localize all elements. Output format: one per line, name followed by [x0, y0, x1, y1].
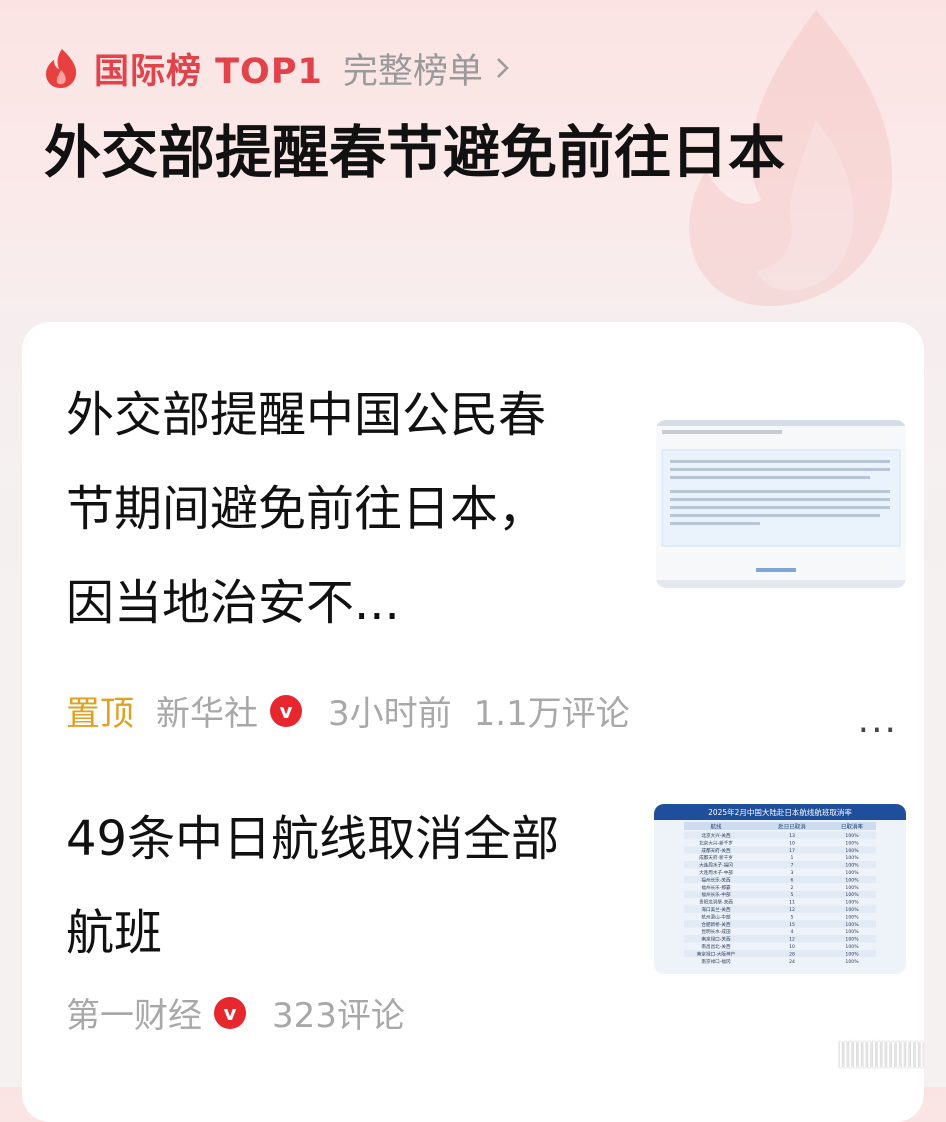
- table-cell: 12: [789, 937, 795, 943]
- table-cell: 100%: [845, 885, 859, 891]
- table-cell: 大连周水子-福冈: [699, 862, 733, 869]
- table-cell: 100%: [845, 944, 859, 950]
- table-cell: 28: [789, 951, 795, 957]
- table-cell: 100%: [845, 892, 859, 898]
- table-cell: 海口美兰-关西: [701, 906, 731, 913]
- table-cell: 100%: [845, 848, 859, 854]
- table-cell: 南京禄口-关西: [701, 936, 731, 943]
- verified-badge-icon: v: [270, 694, 302, 727]
- rank-row[interactable]: 国际榜 TOP1 完整榜单: [44, 40, 904, 96]
- table-cell: 7: [791, 863, 794, 869]
- news-thumbnail[interactable]: [656, 420, 906, 588]
- table-cell: 100%: [845, 929, 859, 935]
- source-name[interactable]: 新华社: [156, 686, 258, 735]
- table-cell: 5: [791, 892, 794, 898]
- table-cell: 100%: [845, 959, 859, 965]
- verified-badge-icon: v: [214, 996, 246, 1029]
- table-cell: 南京禄口-福冈: [701, 958, 731, 965]
- news-item[interactable]: 49条中日航线取消全部航班 2025年2月中国大陆赴日本航线航班取消率 航线 赴…: [66, 792, 906, 1036]
- table-cell: 1: [791, 855, 794, 861]
- table-cell: 100%: [845, 840, 859, 846]
- table-cell: 100%: [845, 833, 859, 839]
- table-cell: 12: [789, 907, 795, 913]
- table-header: 已取消率: [841, 823, 864, 831]
- news-title[interactable]: 外交部提醒中国公民春节期间避免前往日本，因当地治安不...: [66, 368, 586, 650]
- table-header: 赴日已取消: [778, 823, 806, 831]
- table-cell: 北京大兴-关西: [701, 832, 731, 839]
- flame-icon: [46, 49, 77, 88]
- table-row: 福州长乐-关西 6 100%: [684, 875, 876, 883]
- table-row: 海口美兰-关西 12 100%: [684, 905, 876, 913]
- table-cell: 24: [789, 959, 795, 965]
- news-card: 外交部提醒中国公民春节期间避免前往日本，因当地治安不... 置顶 新华社 v 3…: [22, 322, 924, 1122]
- table-cell: 福州长乐-那霸: [701, 884, 731, 891]
- table-row: 合肥新桥-关西 15 100%: [684, 920, 876, 928]
- table-cell: 4: [791, 929, 794, 935]
- news-title[interactable]: 49条中日航线取消全部航班: [66, 792, 586, 980]
- table-cell: 2: [791, 885, 794, 891]
- pinned-tag: 置顶: [66, 694, 134, 734]
- table-cell: 100%: [845, 877, 859, 883]
- table-cell: 15: [789, 922, 795, 928]
- comment-count[interactable]: 1.1万评论: [474, 686, 630, 735]
- board-header: 国际榜 TOP1 完整榜单 外交部提醒春节避免前往日本: [44, 40, 904, 198]
- flight-table-image: 2025年2月中国大陆赴日本航线航班取消率 航线 赴日已取消 已取消率 北京大兴…: [654, 804, 906, 974]
- table-cell: 成都天府-关西: [701, 847, 731, 854]
- table-cell: 100%: [845, 922, 859, 928]
- topic-title: 外交部提醒春节避免前往日本: [44, 120, 785, 186]
- table-cell: 100%: [845, 870, 859, 876]
- news-meta: 第一财经 v 323评论: [66, 988, 427, 1037]
- table-header: 航线: [710, 823, 722, 831]
- table-cell: 100%: [845, 937, 859, 943]
- publish-time: 3小时前: [328, 694, 452, 734]
- table-row: 南京禄口-大阪神户 28 100%: [684, 949, 876, 957]
- news-item[interactable]: 外交部提醒中国公民春节期间避免前往日本，因当地治安不... 置顶 新华社 v 3…: [66, 368, 906, 751]
- table-cell: 南京禄口-大阪神户: [697, 950, 735, 957]
- chevron-right-icon: [496, 58, 509, 78]
- table-cell: 3: [791, 870, 794, 876]
- table-cell: 100%: [845, 855, 859, 861]
- table-cell: 大连周水子-中部: [699, 869, 733, 876]
- news-meta: 置顶 新华社 v 3小时前 1.1万评论: [66, 686, 652, 735]
- table-cell: 10: [789, 944, 795, 950]
- more-options-icon[interactable]: ···: [858, 710, 898, 751]
- table-row: 北京大兴-关西 13 100%: [684, 831, 876, 839]
- table-cell: 6: [791, 877, 794, 883]
- document-screenshot-image: [656, 420, 906, 588]
- table-cell: 南昌昌北-关西: [701, 943, 731, 950]
- table-cell: 成都天府-新千岁: [699, 854, 733, 861]
- table-cell: 100%: [845, 900, 859, 906]
- table-cell: 北京大兴-新千岁: [699, 839, 733, 846]
- table-cell: 杭州萧山-中部: [701, 913, 731, 920]
- full-list-link[interactable]: 完整榜单: [343, 43, 511, 94]
- table-cell: 贵阳龙洞堡-关西: [699, 899, 733, 906]
- table-cell: 100%: [845, 914, 859, 920]
- table-cell: 昆明长水-成田: [701, 928, 731, 935]
- table-row: 南京禄口-关西 12 100%: [684, 935, 876, 943]
- table-cell: 5: [791, 914, 794, 920]
- source-name[interactable]: 第一财经: [66, 988, 202, 1037]
- table-row: 成都天府-关西 17 100%: [684, 846, 876, 854]
- watermark-barcode: ||||||||||||||||||: [836, 1038, 926, 1068]
- rank-label: 国际榜 TOP1: [94, 51, 323, 92]
- table-cell: 13: [789, 833, 795, 839]
- full-list-label: 完整榜单: [342, 51, 483, 92]
- comment-count[interactable]: 323评论: [272, 988, 405, 1037]
- table-cell: 17: [789, 848, 795, 854]
- table-cell: 100%: [845, 863, 859, 869]
- table-cell: 100%: [845, 907, 859, 913]
- table-cell: 合肥新桥-关西: [701, 921, 731, 928]
- table-row: 大连周水子-福冈 7 100%: [684, 861, 876, 869]
- table-cell: 10: [789, 840, 795, 846]
- table-cell: 福州长乐-中部: [701, 891, 731, 898]
- table-cell: 福州长乐-关西: [701, 876, 731, 883]
- news-thumbnail[interactable]: 2025年2月中国大陆赴日本航线航班取消率 航线 赴日已取消 已取消率 北京大兴…: [654, 804, 906, 974]
- table-cell: 11: [789, 900, 795, 906]
- table-row: 福州长乐-中部 5 100%: [684, 890, 876, 898]
- table-caption: 2025年2月中国大陆赴日本航线航班取消率: [708, 807, 852, 817]
- table-cell: 100%: [845, 951, 859, 957]
